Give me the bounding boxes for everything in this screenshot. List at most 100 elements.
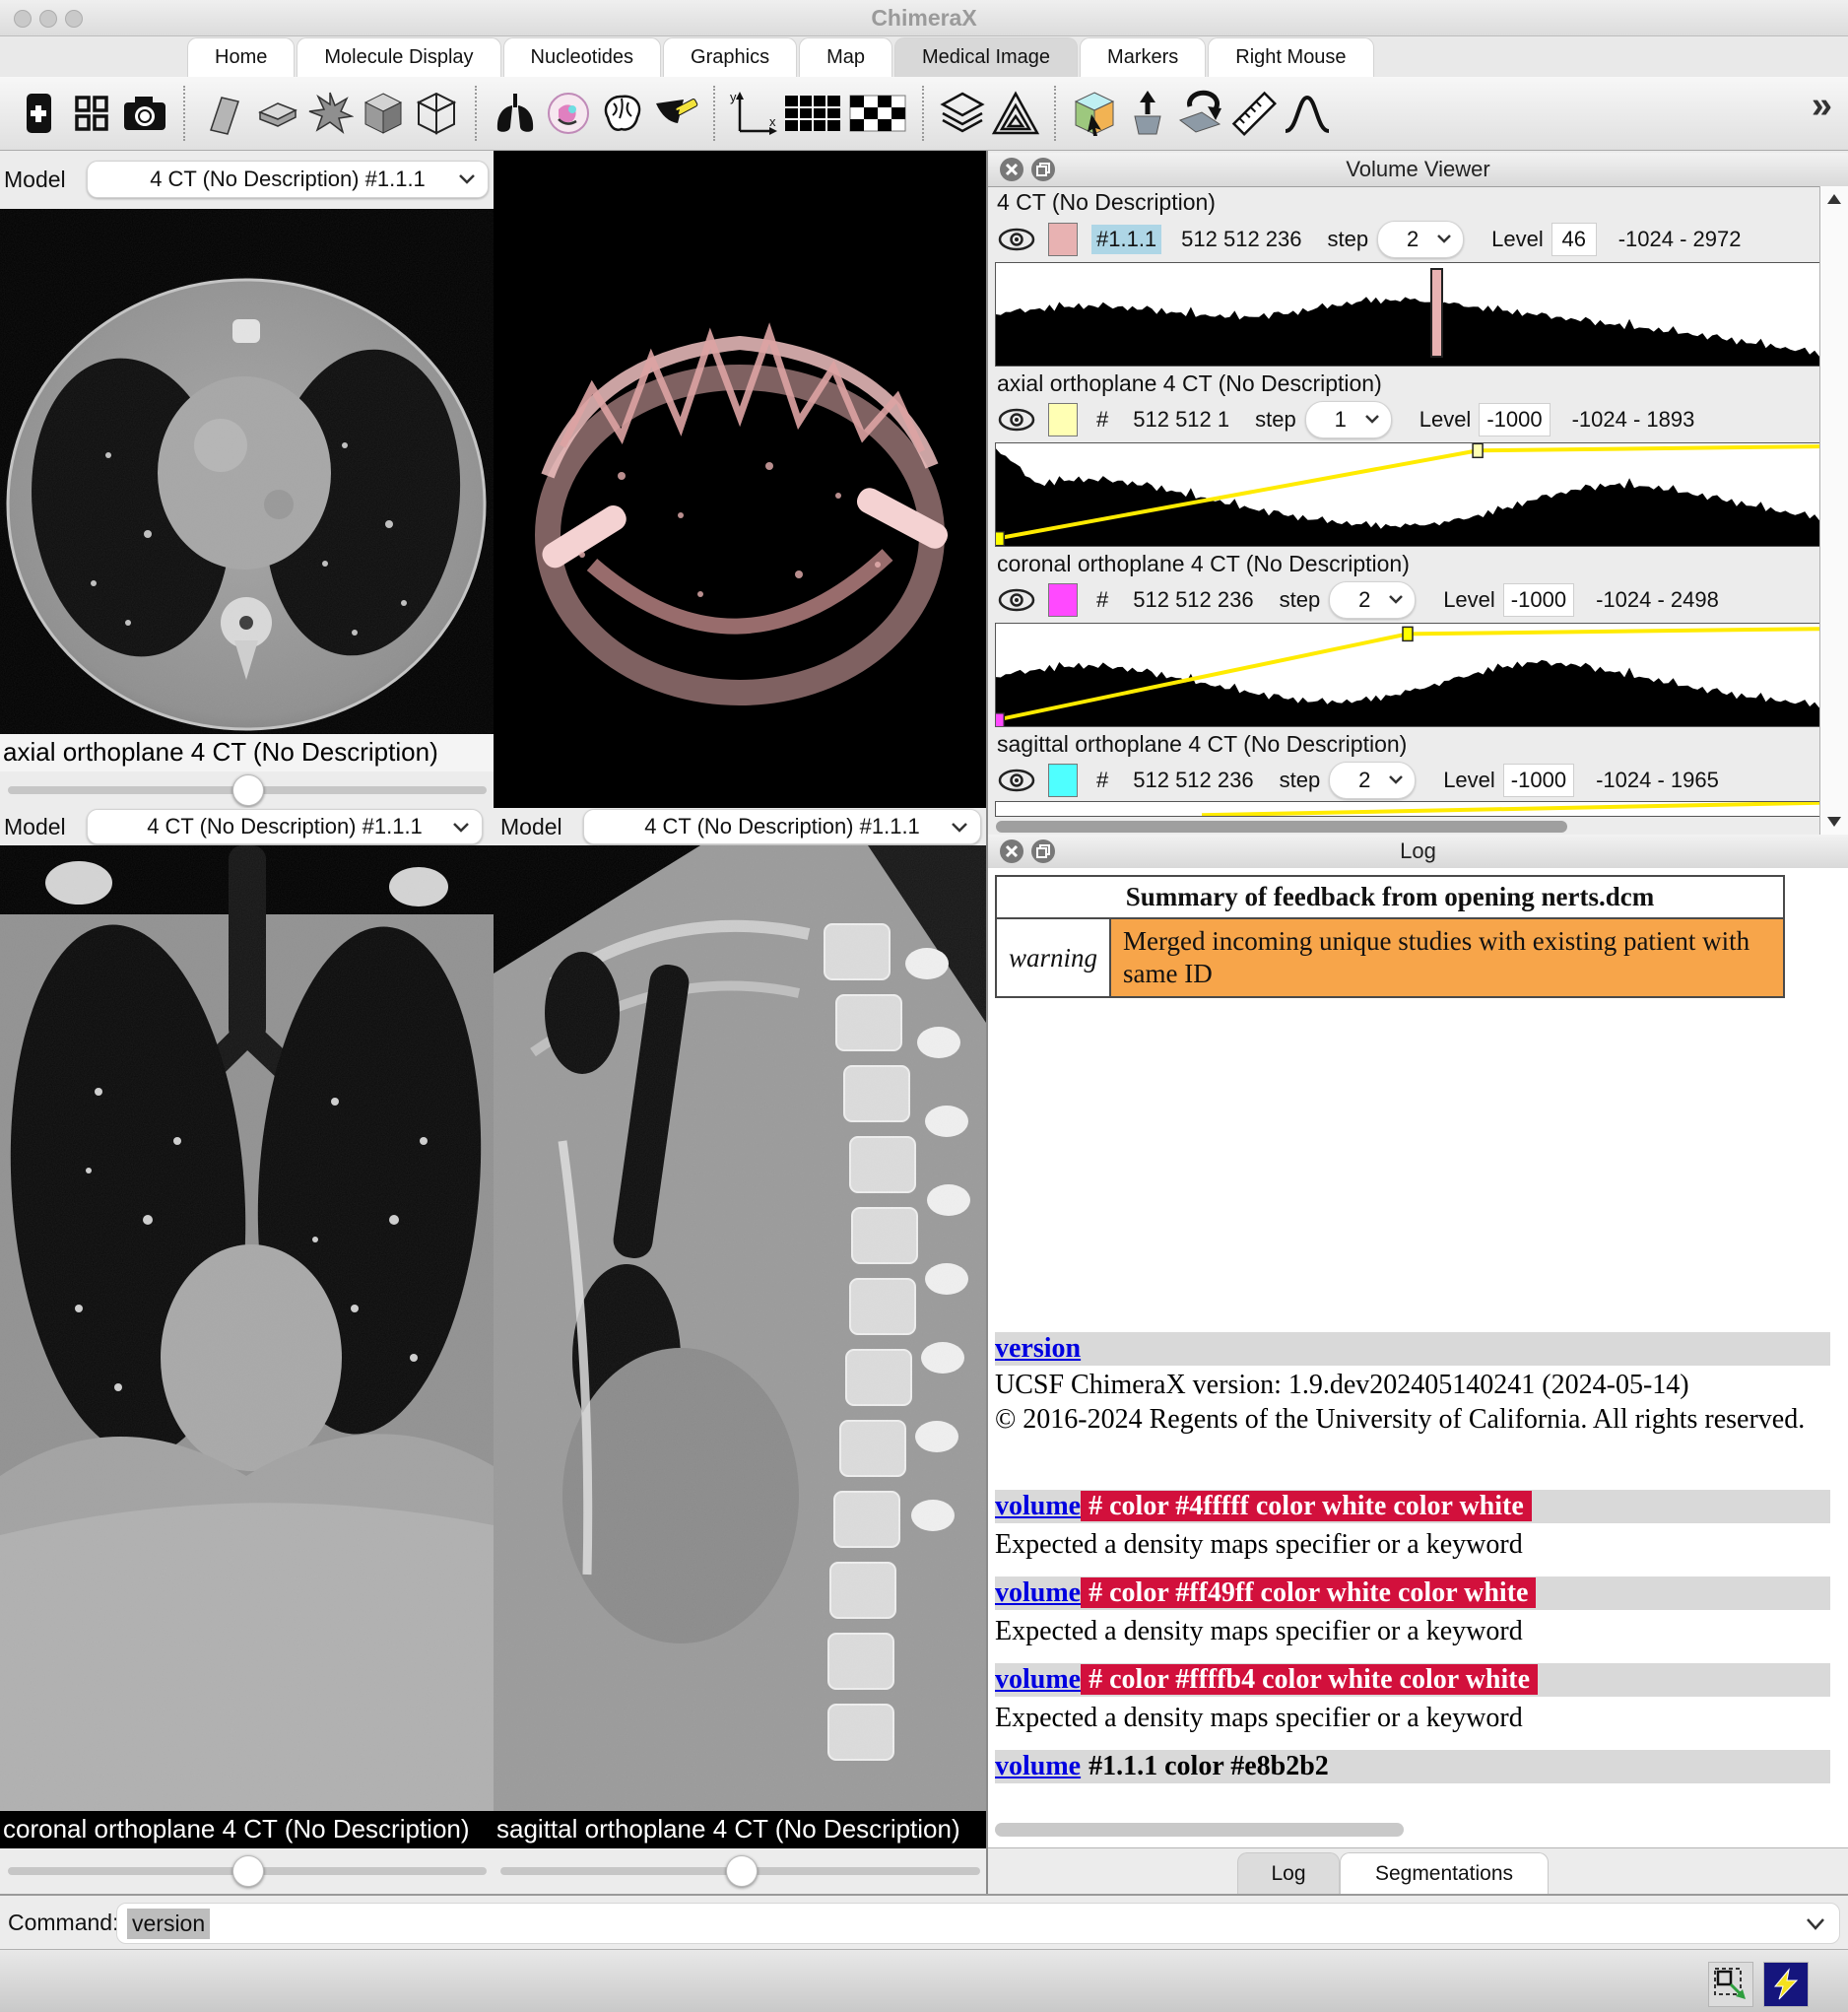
command-text: # color #ffffb4 color white color white (1081, 1664, 1538, 1695)
histogram-main[interactable] (995, 262, 1820, 367)
level-label: Level (1419, 407, 1472, 433)
sagittal-viewport[interactable] (494, 845, 986, 1811)
clip-plane-icon[interactable] (197, 84, 250, 143)
pyramid-icon[interactable] (989, 84, 1042, 143)
lungs-icon[interactable] (489, 84, 542, 143)
model-select-coronal[interactable]: 4 CT (No Description) #1.1.1 (87, 809, 483, 844)
chevron-down-icon[interactable] (1806, 1917, 1825, 1931)
box-solid-icon[interactable] (357, 84, 410, 143)
series-name: axial orthoplane 4 CT (No Description) (997, 370, 1382, 397)
level-input[interactable]: -1000 (1503, 583, 1574, 617)
eye-icon[interactable] (997, 587, 1036, 613)
volume-link[interactable]: volume (995, 1491, 1081, 1521)
window-title: ChimeraX (0, 5, 1848, 32)
level-input[interactable]: -1000 (1503, 764, 1574, 797)
scroll-up-icon[interactable] (1827, 194, 1841, 204)
color-swatch[interactable] (1048, 764, 1078, 797)
fast-mode-button[interactable] (1763, 1962, 1809, 2007)
coronal-caption: coronal orthoplane 4 CT (No Description) (3, 1814, 493, 1844)
tab-segmentations[interactable]: Segmentations (1340, 1852, 1549, 1894)
series-controls-row: # 512 512 1 step 1 Level -1000 -1024 - 1… (997, 401, 1824, 438)
heart-slice-icon[interactable] (542, 84, 595, 143)
warning-label: warning (996, 918, 1110, 997)
checkerboard-icon[interactable] (845, 84, 910, 143)
layers-icon[interactable] (936, 84, 989, 143)
model-id[interactable]: # (1091, 585, 1113, 615)
airways-marker-icon[interactable] (648, 84, 701, 143)
volume-viewer-vscrollbar[interactable] (1819, 186, 1848, 835)
move-up-icon[interactable] (1121, 84, 1174, 143)
command-input[interactable]: version (116, 1903, 1840, 1944)
model-id[interactable]: # (1091, 405, 1113, 435)
sagittal-slice-slider[interactable] (500, 1867, 980, 1875)
value-range: -1024 - 2498 (1596, 587, 1719, 613)
axes-icon[interactable]: y x (727, 84, 780, 143)
axial-viewport[interactable] (0, 209, 494, 734)
level-input[interactable]: 46 (1551, 223, 1597, 256)
sagittal-slider-handle[interactable] (726, 1855, 758, 1887)
surface-star-icon[interactable] (303, 84, 357, 143)
chevron-down-icon (951, 822, 968, 834)
snapshot-camera-icon[interactable] (118, 84, 171, 143)
coronal-viewport[interactable] (0, 845, 494, 1811)
step-select[interactable]: 2 (1329, 581, 1416, 619)
model-select-axial[interactable]: 4 CT (No Description) #1.1.1 (87, 161, 489, 198)
histogram-axial[interactable] (995, 442, 1820, 547)
render-3d-viewport[interactable] (494, 151, 986, 808)
tab-molecule-display[interactable]: Molecule Display (297, 37, 500, 77)
step-select[interactable]: 2 (1377, 221, 1464, 258)
eye-icon[interactable] (997, 407, 1036, 433)
tab-markers[interactable]: Markers (1080, 37, 1206, 77)
tab-graphics[interactable]: Graphics (663, 37, 797, 77)
toolbar-divider (475, 86, 477, 141)
color-swatch[interactable] (1048, 583, 1078, 617)
color-swatch[interactable] (1048, 403, 1078, 436)
plane-grid-icon[interactable] (780, 84, 845, 143)
chevron-down-icon (452, 822, 470, 834)
tab-right-mouse[interactable]: Right Mouse (1208, 37, 1373, 77)
orient-cube-icon[interactable] (1068, 84, 1121, 143)
axial-slice-slider[interactable] (8, 786, 487, 794)
ruler-icon[interactable] (1227, 84, 1281, 143)
hscroll-thumb[interactable] (996, 821, 1567, 833)
box-outline-icon[interactable] (410, 84, 463, 143)
tab-medical-image[interactable]: Medical Image (894, 37, 1078, 77)
volume-link[interactable]: volume (995, 1577, 1081, 1608)
volume-viewer-hscrollbar[interactable] (988, 819, 1819, 835)
value-range: -1024 - 2972 (1618, 227, 1742, 252)
model-select-sagittal[interactable]: 4 CT (No Description) #1.1.1 (583, 809, 981, 844)
version-link[interactable]: version (995, 1333, 1081, 1364)
step-select[interactable]: 2 (1329, 762, 1416, 799)
eye-icon[interactable] (997, 768, 1036, 793)
rotate-icon[interactable] (1174, 84, 1227, 143)
scroll-down-icon[interactable] (1827, 817, 1841, 827)
select-mode-button[interactable] (1708, 1962, 1753, 2007)
volume-size: 512 512 236 (1133, 768, 1253, 793)
histogram-coronal[interactable] (995, 623, 1820, 727)
log-hscrollbar[interactable] (995, 1820, 1828, 1840)
level-marker[interactable] (1430, 268, 1443, 358)
level-input[interactable]: -1000 (1479, 403, 1550, 436)
coronal-slice-slider[interactable] (8, 1867, 487, 1875)
histogram-sagittal-clipped[interactable] (995, 801, 1820, 817)
model-id[interactable]: #1.1.1 (1091, 225, 1161, 254)
volume-link[interactable]: volume (995, 1664, 1081, 1695)
toolbar-overflow-button[interactable]: » (1812, 85, 1832, 127)
color-swatch[interactable] (1048, 223, 1078, 256)
model-id[interactable]: # (1091, 766, 1113, 795)
slab-icon[interactable] (250, 84, 303, 143)
gaussian-curve-icon[interactable] (1281, 84, 1334, 143)
tab-log[interactable]: Log (1237, 1852, 1340, 1894)
medical-image-icon[interactable] (12, 84, 65, 143)
tile-windows-icon[interactable] (65, 84, 118, 143)
tab-nucleotides[interactable]: Nucleotides (503, 37, 662, 77)
brain-icon[interactable] (595, 84, 648, 143)
coronal-slider-handle[interactable] (232, 1855, 264, 1887)
tab-home[interactable]: Home (187, 37, 295, 77)
axial-slider-handle[interactable] (232, 774, 264, 806)
volume-link[interactable]: volume (995, 1751, 1081, 1781)
eye-icon[interactable] (997, 227, 1036, 252)
tab-map[interactable]: Map (799, 37, 892, 77)
hscroll-thumb[interactable] (995, 1823, 1404, 1837)
step-select[interactable]: 1 (1305, 401, 1392, 438)
